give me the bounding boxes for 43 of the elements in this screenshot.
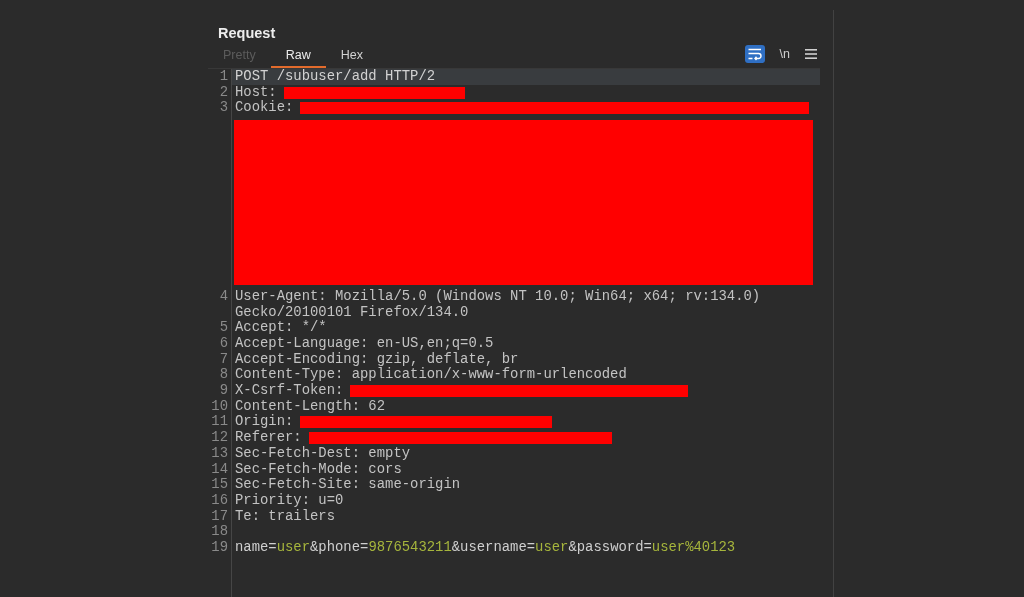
line-number: 16 [211, 491, 228, 508]
code-line: Accept: */* [235, 320, 327, 336]
header-name: Origin: [235, 414, 294, 430]
menu-button[interactable] [805, 49, 817, 59]
code-line: Content-Type: application/x-www-form-urlencoded [235, 367, 627, 383]
code-line: Content-Length: 62 [235, 398, 386, 414]
newline-toggle-button[interactable]: \n [777, 45, 792, 63]
line-number: 9 [219, 382, 228, 398]
word-wrap-button[interactable] [744, 45, 765, 63]
line-number: 17 [211, 507, 228, 524]
line-number: 19 [211, 539, 228, 556]
code-line: User-Agent: Mozilla/5.0 (Windows NT 10.0; Win64; x64; rv:134.0) Gecko/20100101 Firefox/134.0 [235, 288, 762, 320]
header-name: X-Csrf-Token: [235, 383, 344, 399]
line-number: 14 [211, 460, 228, 477]
line-number: 15 [211, 476, 228, 493]
code-line: name=user&phone=9876543211&username=user&password=user%40123 [235, 540, 736, 556]
line-number: 18 [211, 523, 228, 540]
menu-icon [805, 49, 817, 59]
code-line: Accept-Language: en-US,en;q=0.5 [235, 335, 494, 352]
line-number: 7 [219, 350, 228, 367]
code-line: Sec-Fetch-Site: same-origin [235, 477, 461, 493]
code-line: Priority: u=0 [235, 492, 344, 509]
line-number: 10 [211, 397, 228, 414]
code-line: Sec-Fetch-Dest: empty [235, 445, 411, 462]
line-number: 12 [211, 429, 228, 446]
line-number: 11 [211, 413, 228, 430]
line-number: 5 [219, 319, 228, 336]
line-number: 8 [219, 366, 228, 383]
tab[interactable]: Hex [325, 45, 378, 68]
line-number: 4 [219, 287, 228, 304]
line-number: 6 [219, 334, 228, 351]
line-number: 13 [211, 444, 228, 461]
panel-title: Request [218, 24, 276, 42]
wrap-lines-icon [747, 48, 762, 60]
line-number: 2 [219, 83, 228, 100]
line-number: 1 [219, 68, 228, 84]
header-name: Cookie: [235, 100, 294, 117]
code-line: Accept-Encoding: gzip, deflate, br [235, 351, 519, 367]
code-line: Te: trailers [235, 508, 336, 525]
header-name: Host: [235, 84, 277, 100]
code-line: Sec-Fetch-Mode: cors [235, 461, 402, 477]
header-name: Referer: [235, 430, 302, 446]
line-number: 3 [219, 99, 228, 116]
